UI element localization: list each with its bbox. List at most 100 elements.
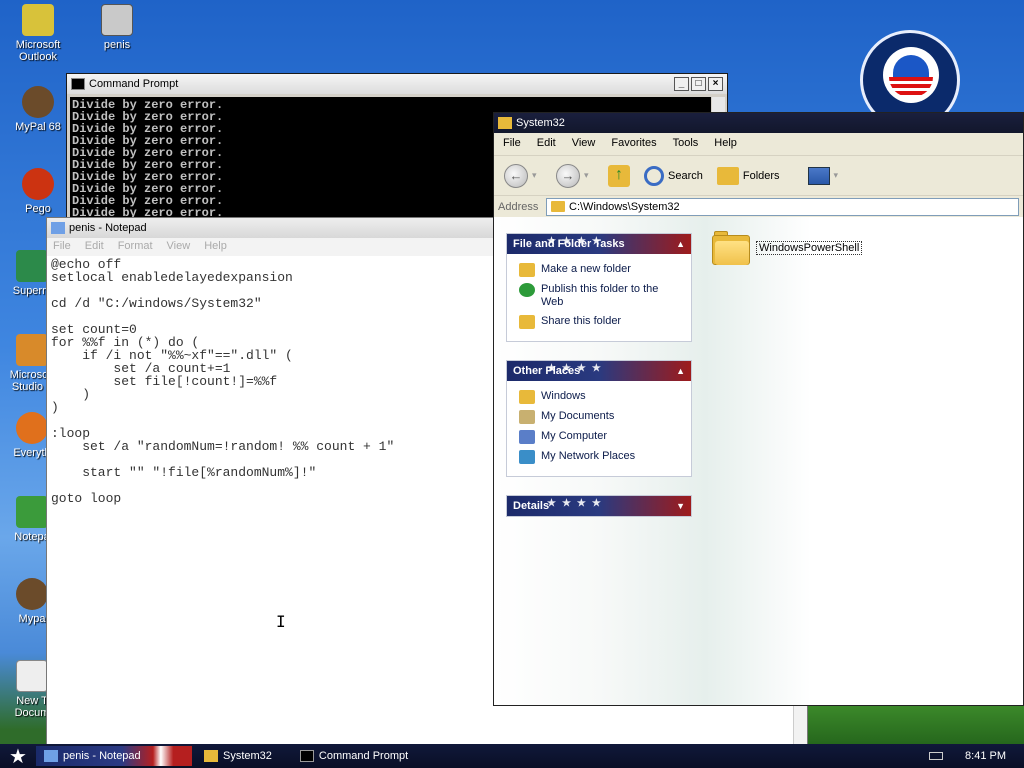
notepad-title: penis - Notepad [69, 222, 147, 234]
explorer-titlebar[interactable]: System32 [494, 113, 1023, 133]
explorer-window[interactable]: System32 File Edit View Favorites Tools … [493, 112, 1024, 706]
my-network-places-link[interactable]: My Network Places [519, 450, 683, 464]
other-places-pane: ★★★★ Other Places ▲ Windows My Documents… [506, 360, 692, 477]
cmd-titlebar[interactable]: Command Prompt _ □ × [67, 74, 727, 94]
chevron-down-icon: ▾ [584, 170, 589, 180]
text-cursor-icon: I [276, 612, 286, 631]
clock[interactable]: 8:41 PM [965, 750, 1006, 762]
wallpaper-grass [800, 700, 1024, 745]
folder-icon [519, 390, 535, 404]
file-folder-tasks-header[interactable]: ★★★★ File and Folder Tasks ▲ [507, 234, 691, 254]
collapse-icon[interactable]: ▲ [676, 239, 685, 249]
taskbar-item-system32[interactable]: System32 [196, 746, 280, 766]
chevron-down-icon: ▾ [532, 170, 537, 180]
address-label: Address [498, 200, 539, 213]
outlook-desktop-icon[interactable]: Microsoft Outlook [6, 4, 70, 63]
explorer-content: ★★★★ File and Folder Tasks ▲ Make a new … [494, 217, 1023, 705]
visual-studio-icon [16, 334, 48, 366]
collapse-icon[interactable]: ▲ [676, 366, 685, 376]
menu-file[interactable]: File [503, 137, 521, 151]
publish-folder-link[interactable]: Publish this folder to the Web [519, 283, 683, 309]
my-documents-link[interactable]: My Documents [519, 410, 683, 424]
menu-format[interactable]: Format [118, 240, 153, 254]
address-value: C:\Windows\System32 [569, 200, 680, 213]
menu-favorites[interactable]: Favorites [611, 137, 656, 151]
menu-view[interactable]: View [572, 137, 596, 151]
outlook-icon [22, 4, 54, 36]
folders-button[interactable]: Folders [713, 161, 784, 191]
keyboard-icon[interactable] [929, 752, 944, 760]
menu-edit[interactable]: Edit [85, 240, 104, 254]
other-places-header[interactable]: ★★★★ Other Places ▲ [507, 361, 691, 381]
mypal-icon [22, 86, 54, 118]
menu-edit[interactable]: Edit [537, 137, 556, 151]
back-button[interactable]: ← ▾ [500, 161, 546, 191]
folder-icon [204, 750, 218, 762]
close-button[interactable]: × [708, 77, 723, 91]
cmd-icon [71, 78, 85, 90]
my-computer-link[interactable]: My Computer [519, 430, 683, 444]
address-input[interactable]: C:\Windows\System32 [546, 197, 1019, 216]
notepad-icon [51, 222, 65, 234]
pego-desktop-icon[interactable]: Pego [6, 168, 70, 215]
notepad-icon [16, 496, 48, 528]
taskbar: ★ penis - Notepad System32 Command Promp… [0, 744, 1024, 768]
start-button[interactable]: ★ [0, 744, 36, 768]
views-icon [807, 166, 830, 185]
explorer-title: System32 [516, 117, 565, 129]
taskbar-item-notepad[interactable]: penis - Notepad [36, 746, 192, 766]
up-folder-icon: ↑ [608, 164, 630, 187]
pane-title: Details [513, 500, 550, 512]
pane-title: File and Folder Tasks [513, 238, 625, 250]
menu-help[interactable]: Help [204, 240, 227, 254]
windows-link[interactable]: Windows [519, 390, 683, 404]
share-folder-link[interactable]: Share this folder [519, 315, 683, 329]
penis-desktop-icon[interactable]: penis [85, 4, 149, 51]
forward-button[interactable]: → ▾ [552, 161, 598, 191]
windowspowershell-folder[interactable]: WindowsPowerShell [712, 231, 863, 265]
folder-icon [498, 117, 512, 129]
minimize-button[interactable]: _ [674, 77, 689, 91]
menu-file[interactable]: File [53, 240, 71, 254]
my-computer-icon [519, 430, 535, 444]
taskbar-item-command-prompt[interactable]: Command Prompt [292, 746, 416, 766]
batch-file-icon [101, 4, 133, 36]
search-button[interactable]: Search [640, 161, 707, 191]
pego-icon [22, 168, 54, 200]
text-document-icon [16, 660, 48, 692]
make-new-folder-link[interactable]: Make a new folder [519, 263, 683, 277]
system-tray: 8:41 PM [929, 750, 1024, 762]
menu-view[interactable]: View [167, 240, 191, 254]
folders-label: Folders [742, 169, 780, 182]
menu-help[interactable]: Help [714, 137, 737, 151]
folder-icon [712, 231, 750, 265]
stars-decoration: ★★★★ [547, 498, 607, 509]
new-folder-icon [519, 263, 535, 277]
details-header[interactable]: ★★★★ Details ▼ [507, 496, 691, 516]
forward-arrow-icon: → [556, 163, 580, 188]
menu-tools[interactable]: Tools [673, 137, 699, 151]
cmd-title: Command Prompt [89, 78, 179, 90]
chevron-down-icon: ▾ [833, 170, 839, 180]
views-button[interactable]: ▾ [804, 161, 848, 191]
expand-icon[interactable]: ▼ [676, 501, 685, 511]
folder-label: WindowsPowerShell [756, 241, 863, 255]
star-icon: ★ [9, 745, 27, 768]
explorer-toolbar: ← ▾ → ▾ ↑ Search Folders ▾ [494, 155, 1023, 195]
folders-icon [716, 166, 739, 185]
search-label: Search [668, 169, 703, 182]
cmd-icon [299, 750, 314, 762]
everything-icon [16, 412, 48, 444]
my-documents-icon [519, 410, 535, 424]
publish-web-icon [519, 283, 535, 297]
notepad-icon [44, 750, 58, 762]
pane-title: Other Places [513, 365, 581, 377]
mypal-desktop-icon[interactable]: MyPal 68 [6, 86, 70, 133]
back-arrow-icon: ← [504, 163, 528, 188]
superm-icon [16, 250, 48, 282]
search-icon [644, 165, 664, 186]
maximize-button[interactable]: □ [691, 77, 706, 91]
up-folder-button[interactable]: ↑ [604, 161, 634, 191]
address-bar: Address C:\Windows\System32 [494, 195, 1023, 217]
details-pane: ★★★★ Details ▼ [506, 495, 692, 517]
